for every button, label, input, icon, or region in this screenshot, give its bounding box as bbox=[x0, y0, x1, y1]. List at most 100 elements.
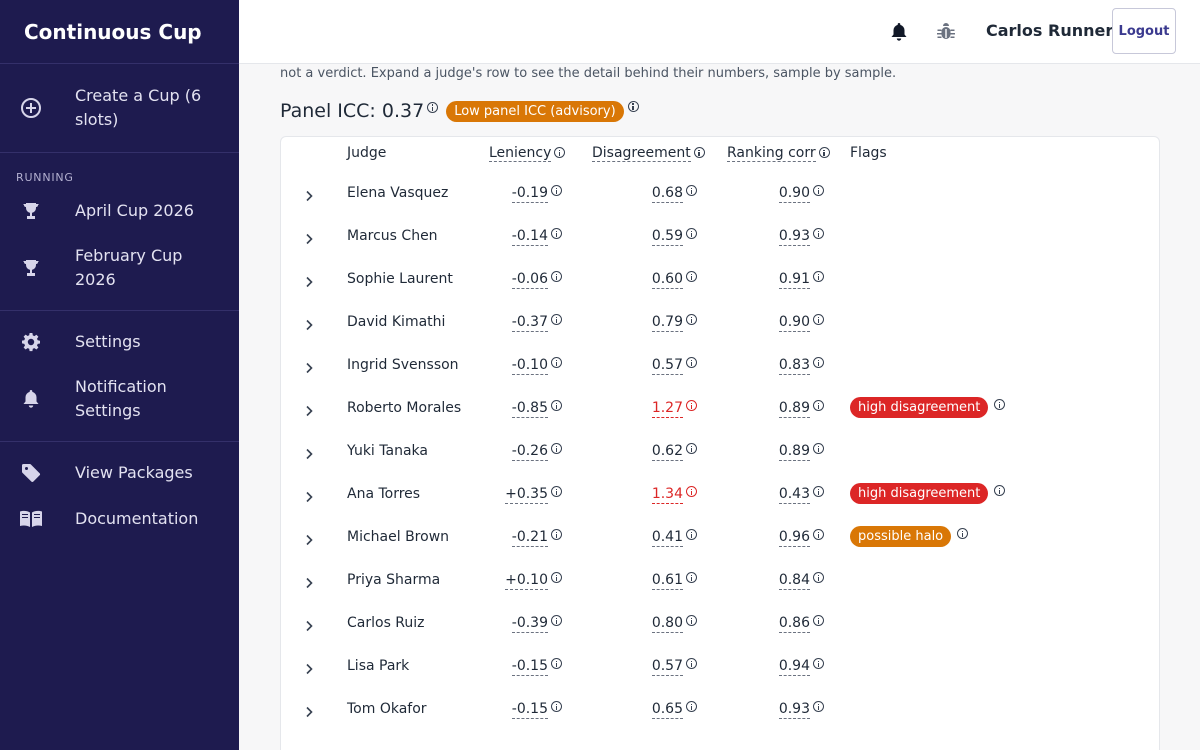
table-row[interactable]: Marcus Chen -0.14 0.59 0.93 bbox=[281, 217, 1159, 260]
bell-icon[interactable] bbox=[890, 22, 908, 46]
ranking-corr-value[interactable]: 0.89 bbox=[778, 442, 824, 461]
info-icon[interactable] bbox=[813, 529, 824, 540]
disagreement-value[interactable]: 0.59 bbox=[651, 227, 697, 246]
leniency-value[interactable]: +0.35 bbox=[505, 485, 562, 504]
column-header-leniency[interactable]: Leniency bbox=[489, 145, 566, 162]
table-row[interactable]: Tom Okafor -0.15 0.65 0.93 bbox=[281, 690, 1159, 733]
info-icon[interactable] bbox=[554, 147, 566, 158]
info-icon[interactable] bbox=[813, 271, 824, 282]
chevron-right-icon[interactable] bbox=[303, 230, 315, 245]
info-icon[interactable] bbox=[994, 399, 1006, 410]
chevron-right-icon[interactable] bbox=[303, 660, 315, 675]
info-icon[interactable] bbox=[427, 101, 439, 113]
info-icon[interactable] bbox=[813, 443, 824, 454]
table-row[interactable]: Roberto Morales -0.85 1.27 0.89 high dis… bbox=[281, 389, 1159, 432]
bug-icon[interactable] bbox=[936, 22, 956, 46]
ranking-corr-value[interactable]: 0.90 bbox=[778, 313, 824, 332]
table-row[interactable]: Yuki Tanaka -0.26 0.62 0.89 bbox=[281, 432, 1159, 475]
table-row[interactable]: Sophie Laurent -0.06 0.60 0.91 bbox=[281, 260, 1159, 303]
disagreement-value[interactable]: 0.57 bbox=[651, 356, 697, 375]
ranking-corr-value[interactable]: 0.93 bbox=[778, 227, 824, 246]
info-icon[interactable] bbox=[551, 572, 562, 583]
disagreement-value[interactable]: 0.65 bbox=[651, 700, 697, 719]
leniency-value[interactable]: -0.21 bbox=[511, 528, 562, 547]
ranking-corr-value[interactable]: 0.91 bbox=[778, 270, 824, 289]
info-icon[interactable] bbox=[813, 314, 824, 325]
chevron-right-icon[interactable] bbox=[303, 359, 315, 374]
sidebar-item-april-cup[interactable]: April Cup 2026 bbox=[0, 188, 239, 234]
chevron-right-icon[interactable] bbox=[303, 273, 315, 288]
info-icon[interactable] bbox=[994, 485, 1006, 496]
sidebar-item-view-packages[interactable]: View Packages bbox=[0, 450, 239, 496]
info-icon[interactable] bbox=[686, 357, 697, 368]
info-icon[interactable] bbox=[813, 185, 824, 196]
column-header-ranking-corr[interactable]: Ranking corr bbox=[727, 145, 830, 162]
disagreement-value[interactable]: 0.80 bbox=[651, 614, 697, 633]
info-icon[interactable] bbox=[551, 400, 562, 411]
ranking-corr-value[interactable]: 0.93 bbox=[778, 700, 824, 719]
leniency-value[interactable]: -0.26 bbox=[511, 442, 562, 461]
chevron-right-icon[interactable] bbox=[303, 402, 315, 417]
ranking-corr-value[interactable]: 0.43 bbox=[778, 485, 824, 504]
leniency-value[interactable]: -0.15 bbox=[511, 657, 562, 676]
chevron-right-icon[interactable] bbox=[303, 445, 315, 460]
sidebar-item-notification-settings[interactable]: Notification Settings bbox=[0, 365, 239, 433]
info-icon[interactable] bbox=[686, 486, 697, 497]
info-icon[interactable] bbox=[686, 572, 697, 583]
table-row[interactable]: Michael Brown -0.21 0.41 0.96 possible h… bbox=[281, 518, 1159, 561]
disagreement-value[interactable]: 1.27 bbox=[651, 399, 697, 418]
table-row[interactable]: Ingrid Svensson -0.10 0.57 0.83 bbox=[281, 346, 1159, 389]
leniency-value[interactable]: -0.14 bbox=[511, 227, 562, 246]
disagreement-value[interactable]: 0.57 bbox=[651, 657, 697, 676]
ranking-corr-value[interactable]: 0.96 bbox=[778, 528, 824, 547]
info-icon[interactable] bbox=[686, 228, 697, 239]
info-icon[interactable] bbox=[813, 486, 824, 497]
info-icon[interactable] bbox=[686, 658, 697, 669]
table-row[interactable]: Carlos Ruiz -0.39 0.80 0.86 bbox=[281, 604, 1159, 647]
leniency-value[interactable]: -0.15 bbox=[511, 700, 562, 719]
leniency-value[interactable]: -0.19 bbox=[511, 184, 562, 203]
chevron-right-icon[interactable] bbox=[303, 531, 315, 546]
disagreement-value[interactable]: 0.61 bbox=[651, 571, 697, 590]
info-icon[interactable] bbox=[693, 147, 705, 158]
info-icon[interactable] bbox=[551, 314, 562, 325]
table-row[interactable]: Priya Sharma +0.10 0.61 0.84 bbox=[281, 561, 1159, 604]
disagreement-value[interactable]: 0.60 bbox=[651, 270, 697, 289]
info-icon[interactable] bbox=[686, 529, 697, 540]
info-icon[interactable] bbox=[813, 228, 824, 239]
info-icon[interactable] bbox=[813, 400, 824, 411]
sidebar-item-create-cup[interactable]: Create a Cup (6 slots) bbox=[0, 72, 239, 144]
leniency-value[interactable]: -0.85 bbox=[511, 399, 562, 418]
leniency-value[interactable]: -0.39 bbox=[511, 614, 562, 633]
info-icon[interactable] bbox=[551, 185, 562, 196]
info-icon[interactable] bbox=[813, 357, 824, 368]
disagreement-value[interactable]: 0.62 bbox=[651, 442, 697, 461]
info-icon[interactable] bbox=[551, 357, 562, 368]
info-icon[interactable] bbox=[686, 443, 697, 454]
ranking-corr-value[interactable]: 0.90 bbox=[778, 184, 824, 203]
table-row[interactable]: David Kimathi -0.37 0.79 0.90 bbox=[281, 303, 1159, 346]
chevron-right-icon[interactable] bbox=[303, 703, 315, 718]
table-row[interactable]: Ana Torres +0.35 1.34 0.43 high disagree… bbox=[281, 475, 1159, 518]
info-icon[interactable] bbox=[551, 271, 562, 282]
ranking-corr-value[interactable]: 0.84 bbox=[778, 571, 824, 590]
chevron-right-icon[interactable] bbox=[303, 617, 315, 632]
info-icon[interactable] bbox=[813, 658, 824, 669]
info-icon[interactable] bbox=[686, 314, 697, 325]
info-icon[interactable] bbox=[551, 658, 562, 669]
leniency-value[interactable]: -0.37 bbox=[511, 313, 562, 332]
info-icon[interactable] bbox=[957, 528, 969, 539]
info-icon[interactable] bbox=[813, 701, 824, 712]
chevron-right-icon[interactable] bbox=[303, 316, 315, 331]
disagreement-value[interactable]: 0.68 bbox=[651, 184, 697, 203]
disagreement-value[interactable]: 1.34 bbox=[651, 485, 697, 504]
info-icon[interactable] bbox=[818, 147, 830, 158]
ranking-corr-value[interactable]: 0.94 bbox=[778, 657, 824, 676]
ranking-corr-value[interactable]: 0.83 bbox=[778, 356, 824, 375]
info-icon[interactable] bbox=[551, 701, 562, 712]
table-row[interactable]: Elena Vasquez -0.19 0.68 0.90 bbox=[281, 174, 1159, 217]
ranking-corr-value[interactable]: 0.89 bbox=[778, 399, 824, 418]
sidebar-item-documentation[interactable]: Documentation bbox=[0, 496, 239, 542]
info-icon[interactable] bbox=[551, 615, 562, 626]
info-icon[interactable] bbox=[686, 701, 697, 712]
